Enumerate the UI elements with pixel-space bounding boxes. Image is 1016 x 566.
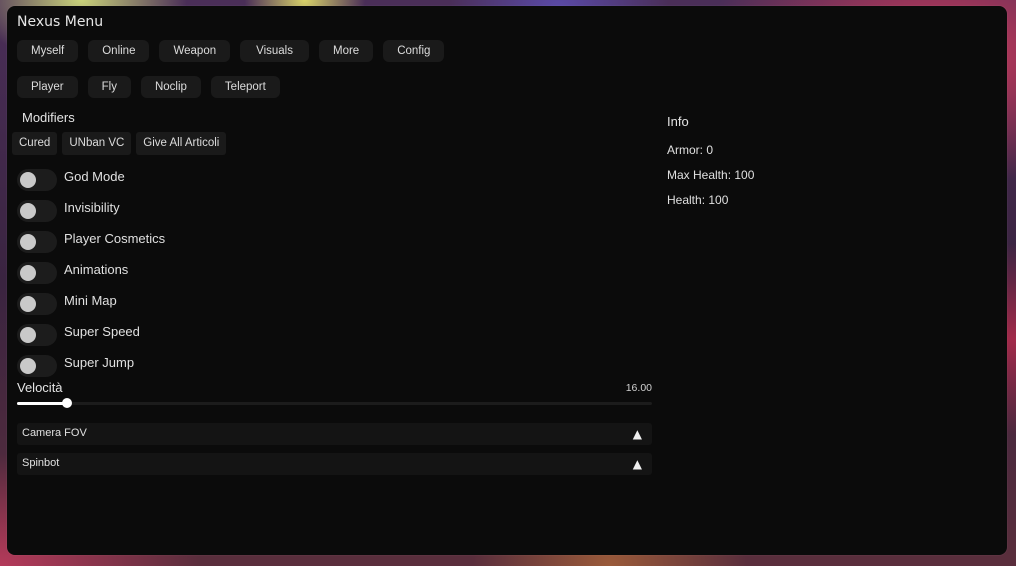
main-tab-bar: Myself Online Weapon Visuals More Config	[17, 40, 445, 62]
toggle-knob	[20, 295, 36, 312]
animations-toggle[interactable]	[17, 261, 57, 284]
toggle-list: God Mode Invisibility Player Cosmetics A…	[17, 164, 165, 381]
window-title: Nexus Menu	[17, 14, 104, 30]
invisibility-toggle[interactable]	[17, 199, 57, 222]
spinbot-label: Spinbot	[22, 457, 60, 469]
tab-weapon[interactable]: Weapon	[159, 40, 231, 62]
cured-button[interactable]: Cured	[12, 132, 58, 155]
toggle-row-mini-map: Mini Map	[17, 288, 165, 319]
toggle-row-super-speed: Super Speed	[17, 319, 165, 350]
velocity-slider[interactable]	[17, 398, 652, 408]
toggle-label: God Mode	[64, 168, 125, 184]
modifier-buttons: Cured UNban VC Give All Articoli	[12, 132, 227, 155]
toggle-knob	[20, 326, 36, 343]
armor-readout: Armor: 0	[667, 143, 714, 157]
sub-tab-bar: Player Fly Noclip Teleport	[17, 76, 280, 98]
subtab-player[interactable]: Player	[17, 76, 78, 98]
tab-myself[interactable]: Myself	[17, 40, 79, 62]
tab-config[interactable]: Config	[383, 40, 445, 62]
toggle-knob	[20, 171, 36, 188]
toggle-label: Animations	[64, 261, 129, 277]
give-all-articoli-button[interactable]: Give All Articoli	[136, 132, 227, 155]
toggle-row-god-mode: God Mode	[17, 164, 165, 195]
info-heading: Info	[667, 114, 689, 129]
toggle-knob	[20, 233, 36, 250]
toggle-knob	[20, 264, 36, 281]
tab-online[interactable]: Online	[88, 40, 150, 62]
triangle-up-icon: ▲	[632, 457, 642, 471]
unban-vc-button[interactable]: UNban VC	[62, 132, 132, 155]
camera-fov-label: Camera FOV	[22, 427, 87, 439]
toggle-label: Super Jump	[64, 354, 135, 370]
subtab-fly[interactable]: Fly	[87, 76, 131, 98]
health-readout: Health: 100	[667, 193, 729, 207]
god-mode-toggle[interactable]	[17, 168, 57, 191]
toggle-knob	[20, 357, 36, 374]
super-speed-toggle[interactable]	[17, 323, 57, 346]
spinbot-dropdown[interactable]: Spinbot ▲	[17, 453, 652, 475]
toggle-label: Mini Map	[64, 292, 117, 308]
nexus-menu-window: Nexus Menu Myself Online Weapon Visuals …	[7, 6, 1007, 555]
info-panel: Armor: 0 Max Health: 100 Health: 100	[667, 143, 754, 218]
subtab-noclip[interactable]: Noclip	[140, 76, 201, 98]
mini-map-toggle[interactable]	[17, 292, 57, 315]
velocity-slider-thumb[interactable]	[62, 398, 72, 408]
subtab-teleport[interactable]: Teleport	[210, 76, 280, 98]
modifiers-heading: Modifiers	[22, 110, 75, 125]
velocity-slider-label: Velocità	[17, 380, 63, 395]
toggle-label: Invisibility	[64, 199, 120, 215]
toggle-label: Super Speed	[64, 323, 140, 339]
toggle-knob	[20, 202, 36, 219]
velocity-slider-fill	[17, 402, 67, 405]
player-cosmetics-toggle[interactable]	[17, 230, 57, 253]
camera-fov-dropdown[interactable]: Camera FOV ▲	[17, 423, 652, 445]
toggle-row-animations: Animations	[17, 257, 165, 288]
triangle-up-icon: ▲	[632, 427, 642, 441]
velocity-slider-value: 16.00	[625, 382, 652, 394]
max-health-readout: Max Health: 100	[667, 168, 755, 182]
toggle-row-super-jump: Super Jump	[17, 350, 165, 381]
toggle-label: Player Cosmetics	[64, 230, 166, 246]
toggle-row-invisibility: Invisibility	[17, 195, 165, 226]
toggle-row-player-cosmetics: Player Cosmetics	[17, 226, 165, 257]
tab-more[interactable]: More	[319, 40, 374, 62]
tab-visuals[interactable]: Visuals	[240, 40, 309, 62]
super-jump-toggle[interactable]	[17, 354, 57, 377]
